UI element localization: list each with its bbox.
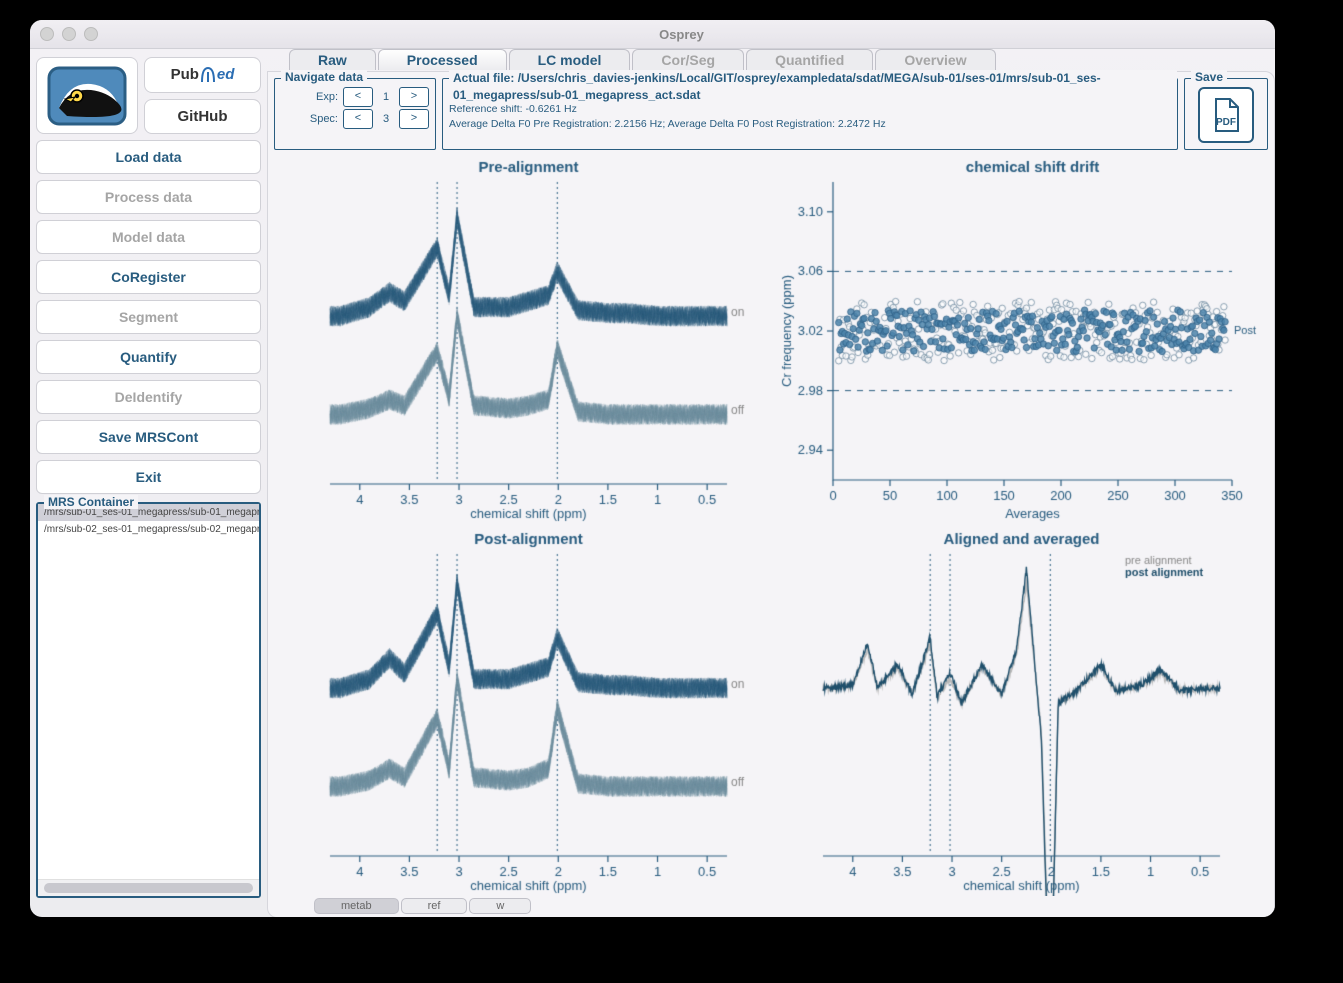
stage: Navigate data Exp: < 1 > Spec: < 3 >: [267, 71, 1275, 917]
action-exit[interactable]: Exit: [36, 460, 261, 494]
main: RawProcessedLC modelCor/SegQuantifiedOve…: [267, 49, 1275, 917]
tab-quantified: Quantified: [746, 49, 873, 70]
spec-label: Spec:: [281, 113, 341, 125]
tab-overview: Overview: [875, 49, 995, 70]
action-quantify[interactable]: Quantify: [36, 340, 261, 374]
main-tabs: RawProcessedLC modelCor/SegQuantifiedOve…: [267, 49, 1275, 70]
action-coregister[interactable]: CoRegister: [36, 260, 261, 294]
max-light[interactable]: [84, 27, 98, 41]
content: Pub ed GitHub Load data Process data Model…: [30, 49, 1275, 917]
spec-prev-button[interactable]: <: [343, 109, 373, 129]
exp-label: Exp:: [281, 91, 341, 103]
osprey-logo-icon: [47, 66, 127, 126]
navigate-box: Navigate data Exp: < 1 > Spec: < 3 >: [274, 78, 436, 150]
exp-next-button[interactable]: >: [399, 87, 429, 107]
navigate-title: Navigate data: [281, 70, 367, 84]
svg-text:PDF: PDF: [1216, 117, 1236, 128]
plots-grid: [274, 150, 1268, 896]
github-button[interactable]: GitHub: [144, 99, 261, 135]
pubmed-button[interactable]: Pub ed: [144, 57, 261, 93]
titlebar: Osprey: [30, 20, 1275, 49]
tab-lc-model[interactable]: LC model: [509, 49, 631, 70]
action-segment: Segment: [36, 300, 261, 334]
sidebar: Pub ed GitHub Load data Process data Model…: [30, 49, 267, 917]
plot-averaged: [775, 528, 1260, 896]
tab-raw[interactable]: Raw: [289, 49, 376, 70]
pdf-icon: PDF: [1208, 97, 1244, 133]
bottom-tab-w[interactable]: w: [469, 898, 531, 914]
close-light[interactable]: [40, 27, 54, 41]
action-model-data: Model data: [36, 220, 261, 254]
plot-post-alignment: [282, 528, 767, 896]
action-save-mrscont[interactable]: Save MRSCont: [36, 420, 261, 454]
pubmed-icon: [199, 66, 217, 84]
action-process-data: Process data: [36, 180, 261, 214]
spec-value: 3: [375, 113, 397, 125]
plot-pre-alignment: [282, 156, 767, 524]
traffic-lights: [40, 27, 98, 41]
list-hscrollbar[interactable]: [38, 879, 259, 896]
mrs-container-title: MRS Container: [44, 495, 138, 509]
action-deidentify: DeIdentify: [36, 380, 261, 414]
app-window: Osprey Pub: [30, 20, 1275, 917]
logo-card: [36, 57, 138, 134]
save-box: Save PDF: [1184, 78, 1268, 150]
exp-prev-button[interactable]: <: [343, 87, 373, 107]
action-load-data[interactable]: Load data: [36, 140, 261, 174]
min-light[interactable]: [62, 27, 76, 41]
save-title: Save: [1191, 70, 1227, 84]
info-line-deltaf0: Average Delta F0 Pre Registration: 2.215…: [449, 117, 1171, 132]
bottom-tab-metab[interactable]: metab: [314, 898, 399, 914]
actual-file-title: Actual file: /Users/chris_davies-jenkins…: [449, 70, 1177, 105]
plot-drift: [775, 156, 1260, 524]
exp-value: 1: [375, 91, 397, 103]
mrs-container: MRS Container /mrs/sub-01_ses-01_megapre…: [36, 502, 261, 898]
tab-processed[interactable]: Processed: [378, 49, 507, 70]
window-title: Osprey: [98, 27, 1265, 42]
bottom-tabs: metabrefw: [274, 896, 1268, 917]
spec-next-button[interactable]: >: [399, 109, 429, 129]
list-item[interactable]: /mrs/sub-02_ses-01_megapress/sub-02_mega…: [38, 521, 259, 538]
bottom-tab-ref[interactable]: ref: [401, 898, 468, 914]
actual-file-box: Actual file: /Users/chris_davies-jenkins…: [442, 78, 1178, 150]
save-pdf-button[interactable]: PDF: [1198, 87, 1254, 143]
tab-cor-seg: Cor/Seg: [632, 49, 744, 70]
